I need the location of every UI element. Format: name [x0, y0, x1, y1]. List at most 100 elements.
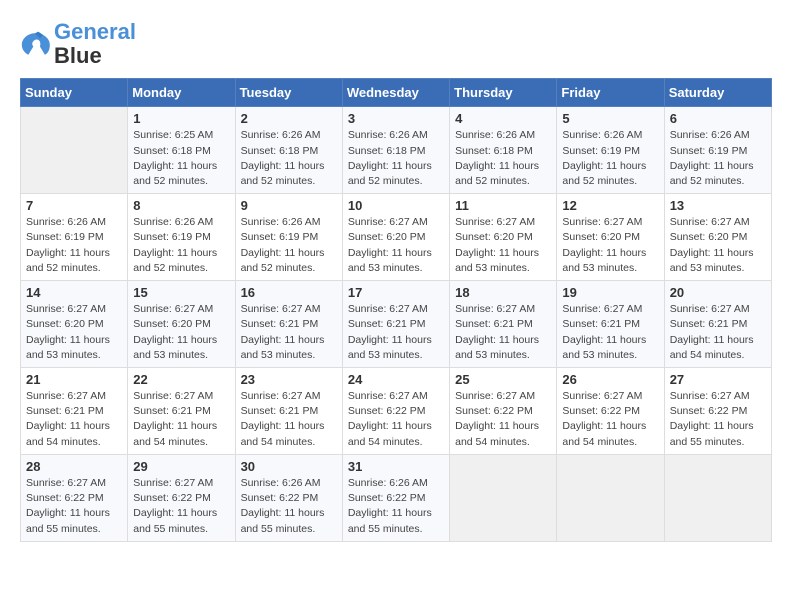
calendar-cell: 21 Sunrise: 6:27 AM Sunset: 6:21 PM Dayli…: [21, 368, 128, 455]
weekday-header: Friday: [557, 79, 664, 107]
day-info: Sunrise: 6:27 AM Sunset: 6:20 PM Dayligh…: [348, 215, 444, 276]
day-info: Sunrise: 6:25 AM Sunset: 6:18 PM Dayligh…: [133, 128, 229, 189]
day-number: 15: [133, 285, 229, 300]
calendar-cell: [21, 107, 128, 194]
logo: General Blue: [20, 20, 136, 68]
calendar-cell: 15 Sunrise: 6:27 AM Sunset: 6:20 PM Dayli…: [128, 281, 235, 368]
day-number: 28: [26, 459, 122, 474]
calendar-cell: 29 Sunrise: 6:27 AM Sunset: 6:22 PM Dayli…: [128, 454, 235, 541]
calendar-cell: 25Sunrise: 6:27 AM Sunset: 6:22 PM Dayli…: [450, 368, 557, 455]
day-number: 4: [455, 111, 551, 126]
day-info: Sunrise: 6:27 AM Sunset: 6:22 PM Dayligh…: [133, 476, 229, 537]
day-info: Sunrise: 6:26 AM Sunset: 6:18 PM Dayligh…: [455, 128, 551, 189]
calendar-cell: 10 Sunrise: 6:27 AM Sunset: 6:20 PM Dayli…: [342, 194, 449, 281]
day-number: 12: [562, 198, 658, 213]
calendar-cell: 1 Sunrise: 6:25 AM Sunset: 6:18 PM Daylig…: [128, 107, 235, 194]
calendar-cell: 11Sunrise: 6:27 AM Sunset: 6:20 PM Dayli…: [450, 194, 557, 281]
day-info: Sunrise: 6:27 AM Sunset: 6:21 PM Dayligh…: [241, 302, 337, 363]
day-info: Sunrise: 6:27 AM Sunset: 6:22 PM Dayligh…: [348, 389, 444, 450]
day-number: 26: [562, 372, 658, 387]
calendar-table: SundayMondayTuesdayWednesdayThursdayFrid…: [20, 78, 772, 541]
day-info: Sunrise: 6:26 AM Sunset: 6:19 PM Dayligh…: [241, 215, 337, 276]
day-info: Sunrise: 6:27 AM Sunset: 6:22 PM Dayligh…: [562, 389, 658, 450]
day-number: 9: [241, 198, 337, 213]
day-info: Sunrise: 6:26 AM Sunset: 6:19 PM Dayligh…: [562, 128, 658, 189]
day-number: 20: [670, 285, 766, 300]
logo-icon: [20, 30, 50, 58]
calendar-cell: 9 Sunrise: 6:26 AM Sunset: 6:19 PM Daylig…: [235, 194, 342, 281]
day-number: 30: [241, 459, 337, 474]
day-info: Sunrise: 6:26 AM Sunset: 6:22 PM Dayligh…: [348, 476, 444, 537]
day-info: Sunrise: 6:27 AM Sunset: 6:22 PM Dayligh…: [455, 389, 551, 450]
weekday-header: Monday: [128, 79, 235, 107]
calendar-cell: 18 Sunrise: 6:27 AM Sunset: 6:21 PM Dayli…: [450, 281, 557, 368]
day-number: 7: [26, 198, 122, 213]
calendar-cell: 13 Sunrise: 6:27 AM Sunset: 6:20 PM Dayli…: [664, 194, 771, 281]
day-number: 24: [348, 372, 444, 387]
calendar-cell: 27 Sunrise: 6:27 AM Sunset: 6:22 PM Dayli…: [664, 368, 771, 455]
day-number: 1: [133, 111, 229, 126]
calendar-cell: 26 Sunrise: 6:27 AM Sunset: 6:22 PM Dayli…: [557, 368, 664, 455]
calendar-cell: 5 Sunrise: 6:26 AM Sunset: 6:19 PM Daylig…: [557, 107, 664, 194]
day-number: 14: [26, 285, 122, 300]
calendar-cell: 16 Sunrise: 6:27 AM Sunset: 6:21 PM Dayli…: [235, 281, 342, 368]
calendar-cell: 7 Sunrise: 6:26 AM Sunset: 6:19 PM Daylig…: [21, 194, 128, 281]
day-info: Sunrise: 6:27 AM Sunset: 6:21 PM Dayligh…: [348, 302, 444, 363]
calendar-cell: 23Sunrise: 6:27 AM Sunset: 6:21 PM Dayli…: [235, 368, 342, 455]
weekday-header: Thursday: [450, 79, 557, 107]
calendar-cell: 20 Sunrise: 6:27 AM Sunset: 6:21 PM Dayli…: [664, 281, 771, 368]
day-info: Sunrise: 6:27 AM Sunset: 6:21 PM Dayligh…: [455, 302, 551, 363]
calendar-cell: 17 Sunrise: 6:27 AM Sunset: 6:21 PM Dayli…: [342, 281, 449, 368]
day-number: 16: [241, 285, 337, 300]
calendar-cell: 14 Sunrise: 6:27 AM Sunset: 6:20 PM Dayli…: [21, 281, 128, 368]
day-number: 13: [670, 198, 766, 213]
calendar-cell: [664, 454, 771, 541]
calendar-cell: 28 Sunrise: 6:27 AM Sunset: 6:22 PM Dayli…: [21, 454, 128, 541]
calendar-cell: 2Sunrise: 6:26 AM Sunset: 6:18 PM Daylig…: [235, 107, 342, 194]
day-info: Sunrise: 6:26 AM Sunset: 6:19 PM Dayligh…: [26, 215, 122, 276]
day-info: Sunrise: 6:27 AM Sunset: 6:21 PM Dayligh…: [26, 389, 122, 450]
calendar-cell: 19 Sunrise: 6:27 AM Sunset: 6:21 PM Dayli…: [557, 281, 664, 368]
day-info: Sunrise: 6:27 AM Sunset: 6:22 PM Dayligh…: [26, 476, 122, 537]
day-info: Sunrise: 6:27 AM Sunset: 6:22 PM Dayligh…: [670, 389, 766, 450]
calendar-cell: 3 Sunrise: 6:26 AM Sunset: 6:18 PM Daylig…: [342, 107, 449, 194]
day-number: 31: [348, 459, 444, 474]
day-number: 3: [348, 111, 444, 126]
calendar-cell: 22Sunrise: 6:27 AM Sunset: 6:21 PM Dayli…: [128, 368, 235, 455]
calendar-cell: [557, 454, 664, 541]
day-info: Sunrise: 6:26 AM Sunset: 6:18 PM Dayligh…: [241, 128, 337, 189]
day-info: Sunrise: 6:27 AM Sunset: 6:21 PM Dayligh…: [670, 302, 766, 363]
day-info: Sunrise: 6:27 AM Sunset: 6:20 PM Dayligh…: [562, 215, 658, 276]
calendar-cell: [450, 454, 557, 541]
day-info: Sunrise: 6:27 AM Sunset: 6:20 PM Dayligh…: [133, 302, 229, 363]
logo-text: General Blue: [54, 20, 136, 68]
calendar-week-row: 14 Sunrise: 6:27 AM Sunset: 6:20 PM Dayli…: [21, 281, 772, 368]
calendar-cell: 8Sunrise: 6:26 AM Sunset: 6:19 PM Daylig…: [128, 194, 235, 281]
day-number: 29: [133, 459, 229, 474]
day-info: Sunrise: 6:26 AM Sunset: 6:18 PM Dayligh…: [348, 128, 444, 189]
page-header: General Blue: [20, 20, 772, 68]
calendar-cell: 24 Sunrise: 6:27 AM Sunset: 6:22 PM Dayli…: [342, 368, 449, 455]
calendar-week-row: 7 Sunrise: 6:26 AM Sunset: 6:19 PM Daylig…: [21, 194, 772, 281]
day-number: 18: [455, 285, 551, 300]
calendar-week-row: 1 Sunrise: 6:25 AM Sunset: 6:18 PM Daylig…: [21, 107, 772, 194]
calendar-cell: 30 Sunrise: 6:26 AM Sunset: 6:22 PM Dayli…: [235, 454, 342, 541]
day-info: Sunrise: 6:27 AM Sunset: 6:20 PM Dayligh…: [26, 302, 122, 363]
day-info: Sunrise: 6:27 AM Sunset: 6:21 PM Dayligh…: [241, 389, 337, 450]
weekday-header: Sunday: [21, 79, 128, 107]
day-number: 10: [348, 198, 444, 213]
day-number: 8: [133, 198, 229, 213]
day-info: Sunrise: 6:27 AM Sunset: 6:20 PM Dayligh…: [670, 215, 766, 276]
calendar-cell: 6Sunrise: 6:26 AM Sunset: 6:19 PM Daylig…: [664, 107, 771, 194]
day-number: 5: [562, 111, 658, 126]
day-number: 11: [455, 198, 551, 213]
day-info: Sunrise: 6:26 AM Sunset: 6:22 PM Dayligh…: [241, 476, 337, 537]
weekday-header: Saturday: [664, 79, 771, 107]
calendar-cell: 4 Sunrise: 6:26 AM Sunset: 6:18 PM Daylig…: [450, 107, 557, 194]
day-number: 21: [26, 372, 122, 387]
day-number: 27: [670, 372, 766, 387]
day-info: Sunrise: 6:27 AM Sunset: 6:21 PM Dayligh…: [562, 302, 658, 363]
day-number: 17: [348, 285, 444, 300]
weekday-header: Tuesday: [235, 79, 342, 107]
day-number: 19: [562, 285, 658, 300]
